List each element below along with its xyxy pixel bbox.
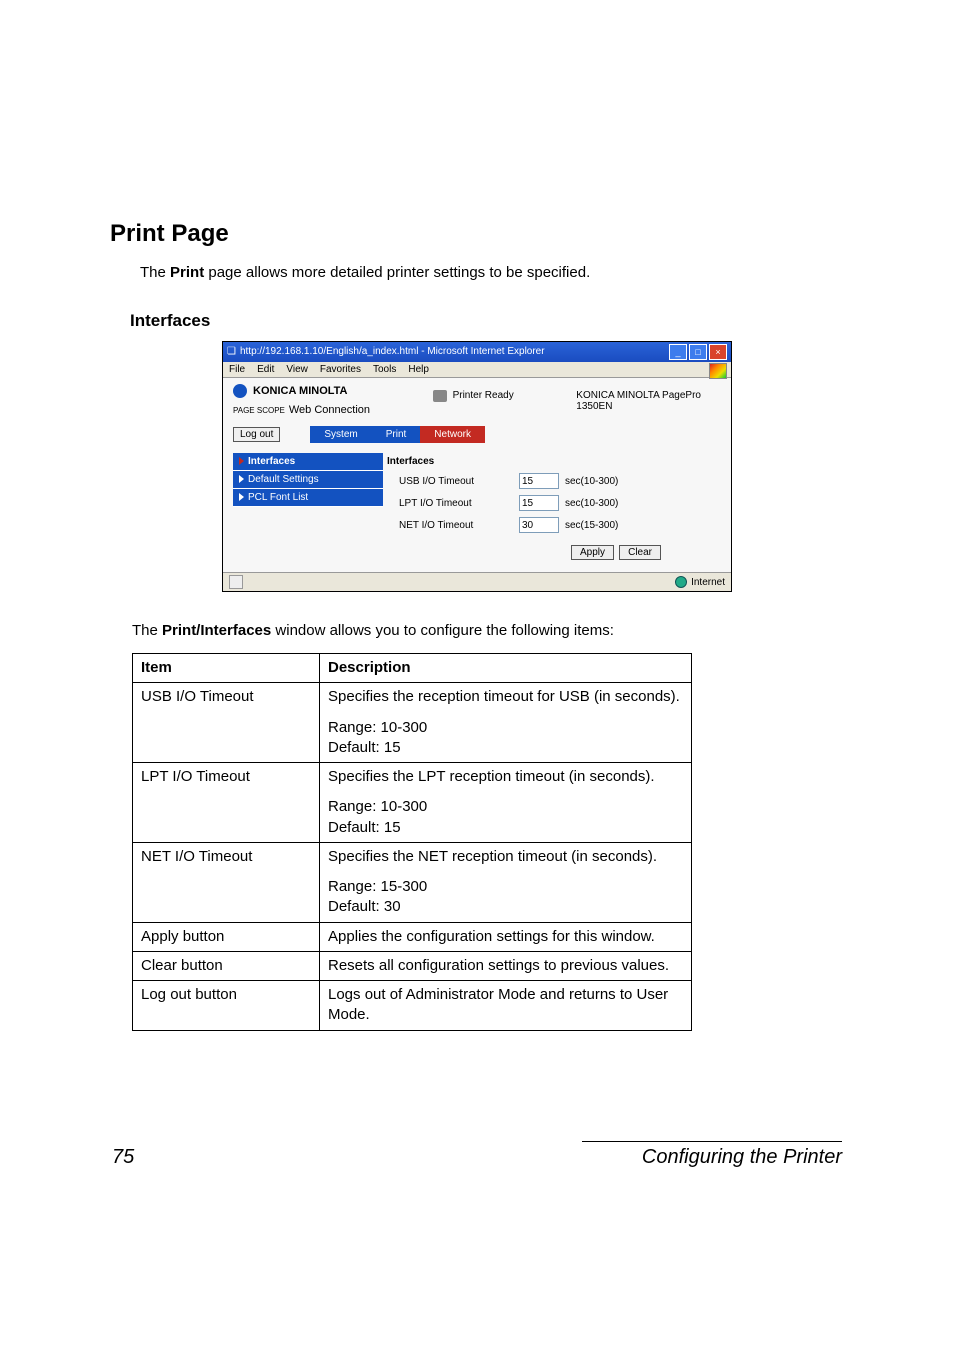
- cell-item: USB I/O Timeout: [133, 683, 320, 763]
- form-row-usb: USB I/O Timeout 15 sec(10-300): [383, 470, 721, 492]
- clear-button[interactable]: Clear: [619, 545, 661, 560]
- lpt-label: LPT I/O Timeout: [399, 498, 519, 509]
- status-zone: Internet: [691, 577, 725, 588]
- cell-item: Clear button: [133, 951, 320, 980]
- nav-network[interactable]: Network: [420, 426, 485, 443]
- cell-description-block: Logs out of Administrator Mode and retur…: [328, 985, 683, 1026]
- after-fig-pre: The: [132, 622, 162, 639]
- logout-button[interactable]: Log out: [233, 427, 280, 442]
- cell-description-block: Range: 15-300 Default: 30: [328, 877, 683, 918]
- status-doc-icon: [229, 575, 243, 589]
- running-title: Configuring the Printer: [582, 1146, 842, 1169]
- cell-description: Specifies the reception timeout for USB …: [320, 683, 692, 763]
- sidebar-item-label: Default Settings: [248, 474, 319, 485]
- app-header: KONICA MINOLTA PAGE SCOPE Web Connection…: [223, 378, 731, 422]
- menu-tools[interactable]: Tools: [373, 364, 396, 375]
- menu-view[interactable]: View: [286, 364, 308, 375]
- sidebar-default-settings[interactable]: Default Settings: [233, 471, 383, 489]
- cell-description-block: Range: 10-300 Default: 15: [328, 718, 683, 759]
- printer-icon: [433, 390, 447, 402]
- usb-label: USB I/O Timeout: [399, 476, 519, 487]
- cell-description: Specifies the NET reception timeout (in …: [320, 842, 692, 922]
- net-input[interactable]: 30: [519, 517, 559, 533]
- pagescope-mark: PAGE SCOPE: [233, 406, 285, 415]
- sidebar-item-label: PCL Font List: [248, 492, 308, 503]
- cell-item: LPT I/O Timeout: [133, 763, 320, 843]
- page-heading: Print Page: [110, 220, 844, 248]
- cell-description-block: Applies the configuration settings for t…: [328, 927, 683, 947]
- menu-edit[interactable]: Edit: [257, 364, 274, 375]
- cell-description: Specifies the LPT reception timeout (in …: [320, 763, 692, 843]
- triangle-icon: [239, 475, 244, 483]
- section-heading: Interfaces: [130, 311, 844, 331]
- table-row: USB I/O Timeout Specifies the reception t…: [133, 683, 692, 763]
- form-row-net: NET I/O Timeout 30 sec(15-300): [383, 514, 721, 536]
- embedded-screenshot: ❏ http://192.168.1.10/English/a_index.ht…: [222, 341, 732, 592]
- th-description: Description: [320, 654, 692, 683]
- net-suffix: sec(15-300): [565, 520, 618, 531]
- menu-file[interactable]: File: [229, 364, 245, 375]
- triangle-icon: [239, 493, 244, 501]
- sidebar-interfaces[interactable]: Interfaces: [233, 453, 383, 471]
- triangle-icon: [239, 457, 244, 465]
- lpt-input[interactable]: 15: [519, 495, 559, 511]
- intro-text-post: page allows more detailed printer settin…: [204, 264, 590, 281]
- after-fig-bold: Print/Interfaces: [162, 622, 271, 639]
- cell-description: Applies the configuration settings for t…: [320, 922, 692, 951]
- form-heading: Interfaces: [383, 453, 721, 470]
- form-row-lpt: LPT I/O Timeout 15 sec(10-300): [383, 492, 721, 514]
- nav-system[interactable]: System: [310, 426, 371, 443]
- th-item: Item: [133, 654, 320, 683]
- table-row: Log out buttonLogs out of Administrator …: [133, 981, 692, 1031]
- cell-item: Apply button: [133, 922, 320, 951]
- cell-description-block: Resets all configuration settings to pre…: [328, 956, 683, 976]
- ie-flag-icon: [709, 363, 727, 379]
- net-label: NET I/O Timeout: [399, 520, 519, 531]
- status-bar: Internet: [223, 572, 731, 591]
- page-number: 75: [112, 1146, 134, 1169]
- menu-help[interactable]: Help: [408, 364, 429, 375]
- nav-print[interactable]: Print: [372, 426, 421, 443]
- cell-description-block: Specifies the LPT reception timeout (in …: [328, 767, 683, 787]
- table-row: Apply button Applies the configuration se…: [133, 922, 692, 951]
- brand-name: KONICA MINOLTA: [253, 385, 348, 397]
- menu-favorites[interactable]: Favorites: [320, 364, 361, 375]
- sidebar-pcl-font-list[interactable]: PCL Font List: [233, 489, 383, 507]
- printer-status: Printer Ready: [453, 390, 514, 401]
- globe-icon: [675, 576, 687, 588]
- km-logo-icon: [233, 384, 247, 398]
- table-row: LPT I/O Timeout Specifies the LPT recepti…: [133, 763, 692, 843]
- usb-input[interactable]: 15: [519, 473, 559, 489]
- after-fig-post: window allows you to configure the follo…: [271, 622, 614, 639]
- cell-item: Log out button: [133, 981, 320, 1031]
- cell-description: Resets all configuration settings to pre…: [320, 951, 692, 980]
- sidebar-item-label: Interfaces: [248, 456, 295, 467]
- cell-description-block: Specifies the reception timeout for USB …: [328, 687, 683, 707]
- cell-description: Logs out of Administrator Mode and retur…: [320, 981, 692, 1031]
- intro-paragraph: The Print page allows more detailed prin…: [140, 262, 844, 283]
- browser-menubar: File Edit View Favorites Tools Help: [223, 362, 731, 378]
- intro-text-bold: Print: [170, 264, 204, 281]
- model-line-1: KONICA MINOLTA PagePro: [576, 390, 701, 401]
- cell-item: NET I/O Timeout: [133, 842, 320, 922]
- window-title: http://192.168.1.10/English/a_index.html…: [240, 342, 545, 362]
- window-minimize-button[interactable]: _: [669, 344, 687, 360]
- web-connection-label: Web Connection: [289, 404, 370, 416]
- cell-description-block: Range: 10-300 Default: 15: [328, 797, 683, 838]
- usb-suffix: sec(10-300): [565, 476, 618, 487]
- table-row: NET I/O Timeout Specifies the NET recepti…: [133, 842, 692, 922]
- window-close-button[interactable]: ×: [709, 344, 727, 360]
- footer-rule: [582, 1141, 842, 1142]
- cell-description-block: Specifies the NET reception timeout (in …: [328, 847, 683, 867]
- window-titlebar: ❏ http://192.168.1.10/English/a_index.ht…: [223, 342, 731, 362]
- intro-text-pre: The: [140, 264, 170, 281]
- apply-button[interactable]: Apply: [571, 545, 614, 560]
- window-maximize-button[interactable]: □: [689, 344, 707, 360]
- lpt-suffix: sec(10-300): [565, 498, 618, 509]
- table-row: Clear button Resets all configuration set…: [133, 951, 692, 980]
- after-figure-paragraph: The Print/Interfaces window allows you t…: [132, 620, 844, 641]
- ie-icon: ❏: [227, 342, 236, 362]
- model-line-2: 1350EN: [576, 401, 701, 412]
- description-table: Item Description USB I/O Timeout Specifie…: [132, 653, 692, 1031]
